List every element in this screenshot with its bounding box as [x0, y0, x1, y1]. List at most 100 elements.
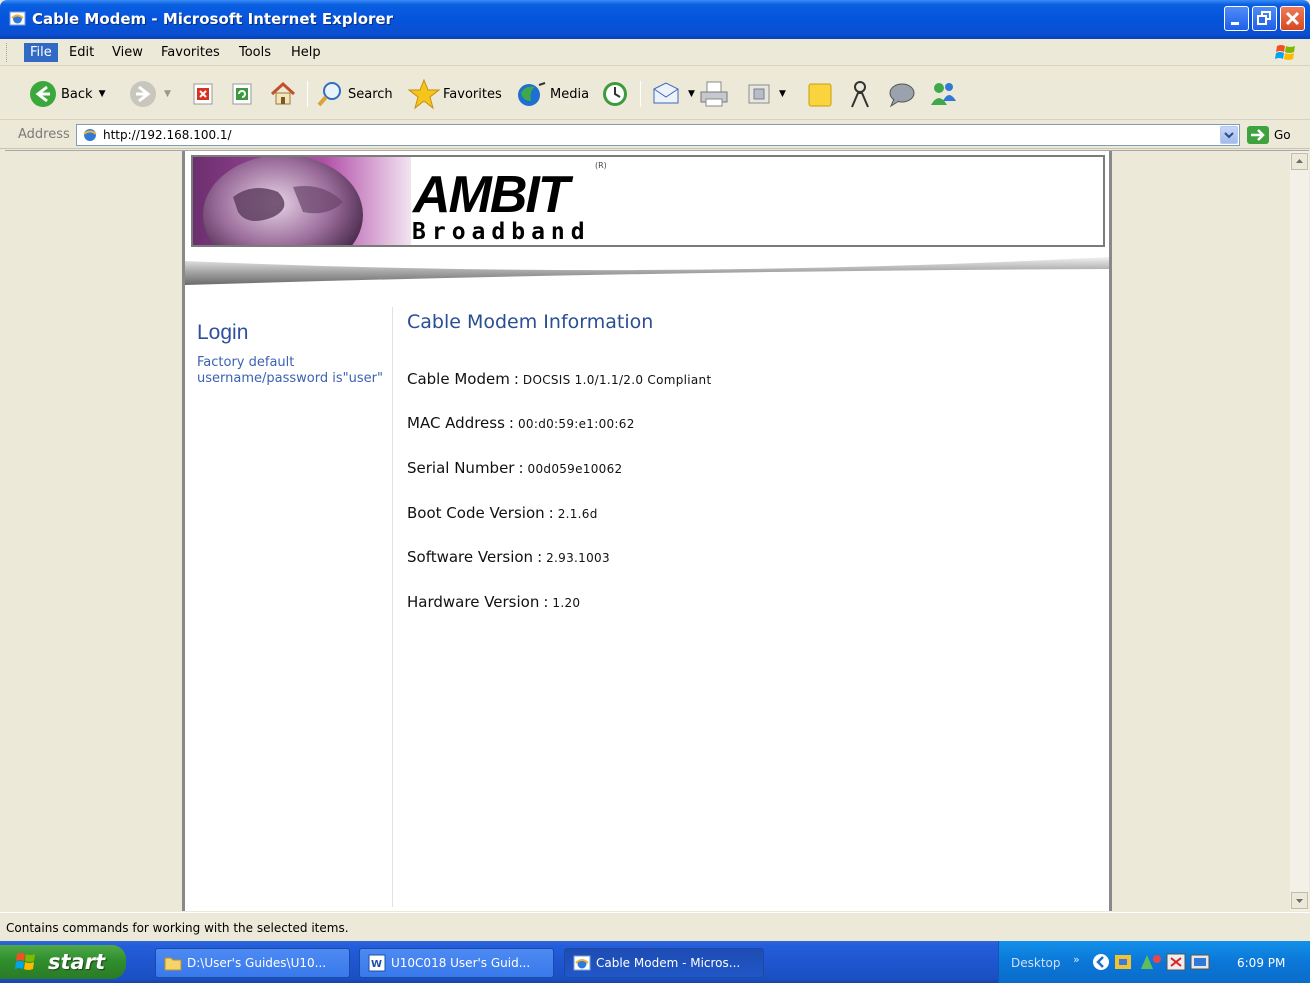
page-title: Cable Modem Information [407, 311, 654, 333]
search-label: Search [348, 86, 393, 102]
home-icon [270, 81, 296, 105]
history-icon [603, 82, 627, 106]
system-tray: Desktop » 6:09 PM [998, 941, 1310, 983]
menu-bar: File Edit View Favorites Tools Help [0, 39, 1310, 66]
edit-dropdown-icon[interactable]: ▼ [779, 89, 786, 99]
info-row-serial-number: Serial Number:00d059e10062 [407, 458, 622, 477]
media-button[interactable]: Media [515, 78, 589, 110]
print-button[interactable] [698, 78, 730, 110]
mail-icon [653, 82, 679, 104]
search-button[interactable]: Search [315, 78, 393, 110]
media-label: Media [550, 86, 590, 102]
mail-dropdown-icon[interactable]: ▼ [688, 89, 695, 99]
address-bar: Address http://192.168.100.1/ Go [0, 121, 1310, 149]
mail-button[interactable]: ▼ [650, 78, 695, 110]
address-label: Address [18, 127, 70, 142]
address-dropdown-button[interactable] [1220, 126, 1238, 144]
back-label: Back [61, 86, 93, 102]
vertical-scrollbar[interactable] [1290, 151, 1309, 911]
address-url: http://192.168.100.1/ [103, 128, 232, 142]
chat-button[interactable] [886, 78, 916, 110]
home-button[interactable] [268, 78, 298, 110]
messenger-buddies-icon [931, 83, 956, 105]
ambit-logo: AMBIT [413, 166, 570, 224]
favorites-star-icon [408, 78, 440, 110]
info-sep: : [513, 370, 519, 388]
stop-button[interactable] [190, 78, 216, 110]
forward-dropdown-icon[interactable]: ▼ [164, 89, 171, 99]
page-gutter-right [1112, 151, 1290, 911]
address-input[interactable]: http://192.168.100.1/ [76, 124, 1240, 146]
minimize-button[interactable] [1224, 6, 1249, 31]
go-button[interactable]: Go [1246, 124, 1291, 146]
go-label: Go [1274, 128, 1291, 142]
info-sep: : [543, 593, 549, 611]
ie-window: Cable Modem - Microsoft Internet Explore… [0, 0, 1310, 983]
msn-messenger-button[interactable] [928, 78, 960, 110]
start-label: start [48, 950, 106, 974]
ambit-banner: AMBIT (R) Broadband [191, 155, 1105, 247]
search-icon [317, 82, 341, 107]
menu-grip [6, 43, 9, 62]
info-key: Software Version [407, 548, 534, 566]
info-sep: : [508, 414, 514, 432]
taskbar-item-label: Cable Modem - Micros... [596, 956, 741, 970]
history-button[interactable] [600, 78, 630, 110]
login-link[interactable]: Login [197, 321, 387, 345]
windows-flag-icon [1275, 45, 1295, 60]
registered-mark: (R) [595, 161, 607, 170]
info-row-mac-address: MAC Address:00:d0:59:e1:00:62 [407, 413, 635, 432]
menu-tools[interactable]: Tools [233, 43, 277, 62]
taskbar-item-word[interactable]: W U10C018 User's Guid... [359, 948, 554, 978]
back-button[interactable]: Back ▼ [28, 78, 105, 110]
note-icon [808, 83, 832, 107]
info-key: Serial Number [407, 459, 515, 477]
favorites-button[interactable]: Favorites [408, 78, 502, 110]
taskbar-item-ie[interactable]: Cable Modem - Micros... [564, 948, 764, 978]
menu-help[interactable]: Help [285, 43, 327, 62]
info-sep: : [537, 548, 543, 566]
desktop-toolbar-label[interactable]: Desktop [1011, 956, 1061, 970]
toolbar-separator [640, 81, 641, 107]
back-dropdown-icon[interactable]: ▼ [99, 89, 106, 99]
info-row-software-version: Software Version:2.93.1003 [407, 547, 610, 566]
back-arrow-icon [30, 81, 56, 107]
stop-icon [193, 83, 213, 105]
info-panel: Cable Modem Information Cable Modem: DOCS… [407, 307, 1087, 611]
scroll-up-button[interactable] [1291, 153, 1308, 170]
content-divider [392, 307, 393, 907]
info-sep: : [518, 459, 524, 477]
info-key: Hardware Version [407, 593, 540, 611]
close-button[interactable] [1280, 6, 1305, 31]
clock: 6:09 PM [1237, 956, 1286, 970]
media-icon [518, 82, 546, 106]
title-bar[interactable]: Cable Modem - Microsoft Internet Explore… [0, 0, 1310, 39]
windows-flag-icon [15, 953, 35, 970]
discuss-button[interactable] [806, 78, 834, 110]
info-sep: : [548, 504, 554, 522]
info-key: MAC Address [407, 414, 505, 432]
restore-button[interactable] [1252, 6, 1277, 31]
header-swoosh [185, 257, 1109, 285]
menu-file[interactable]: File [24, 43, 58, 62]
ie-page-icon [83, 129, 97, 141]
info-row-hardware-version: Hardware Version:1.20 [407, 592, 580, 611]
taskbar-item-explorer[interactable]: D:\User's Guides\U10... [155, 948, 350, 978]
menu-view[interactable]: View [106, 43, 149, 62]
forward-button[interactable]: ▼ [128, 78, 171, 110]
refresh-button[interactable] [229, 78, 255, 110]
broadband-wordmark: Broadband [412, 219, 591, 245]
status-bar: Contains commands for working with the s… [0, 912, 1310, 940]
menu-favorites[interactable]: Favorites [155, 43, 226, 62]
scroll-down-button[interactable] [1291, 892, 1308, 909]
info-key: Boot Code Version [407, 504, 545, 522]
login-hint: Factory default username/password is"use… [197, 355, 383, 386]
ie-app-icon [9, 11, 26, 26]
chevron-right-icon[interactable]: » [1073, 953, 1080, 966]
start-button[interactable]: start [0, 945, 126, 979]
refresh-icon [232, 83, 252, 105]
info-key: Cable Modem [407, 370, 510, 388]
edit-button[interactable]: ▼ [745, 78, 786, 110]
menu-edit[interactable]: Edit [63, 43, 100, 62]
messenger-button[interactable] [846, 78, 874, 110]
